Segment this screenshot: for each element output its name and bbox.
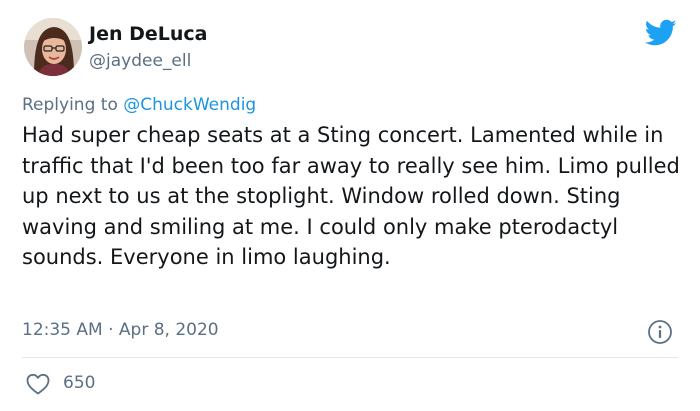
author-handle[interactable]: @jaydee_ell xyxy=(89,51,191,71)
info-icon[interactable] xyxy=(647,319,673,345)
avatar[interactable] xyxy=(24,18,82,76)
heart-icon[interactable] xyxy=(26,373,50,395)
reply-mention-link[interactable]: @ChuckWendig xyxy=(123,95,256,115)
twitter-bird-icon[interactable] xyxy=(644,19,677,47)
tweet-card: Jen DeLuca @jaydee_ell Replying to @Chuc… xyxy=(0,0,700,411)
author-display-name[interactable]: Jen DeLuca xyxy=(89,23,207,45)
tweet-text: Had super cheap seats at a Sting concert… xyxy=(22,123,680,269)
divider xyxy=(22,357,678,358)
tweet-timestamp[interactable]: 12:35 AM · Apr 8, 2020 xyxy=(22,320,219,340)
replying-to: Replying to @ChuckWendig xyxy=(22,95,256,115)
like-count: 650 xyxy=(63,373,96,393)
avatar-image xyxy=(24,18,82,76)
replying-to-label: Replying to xyxy=(22,95,124,115)
